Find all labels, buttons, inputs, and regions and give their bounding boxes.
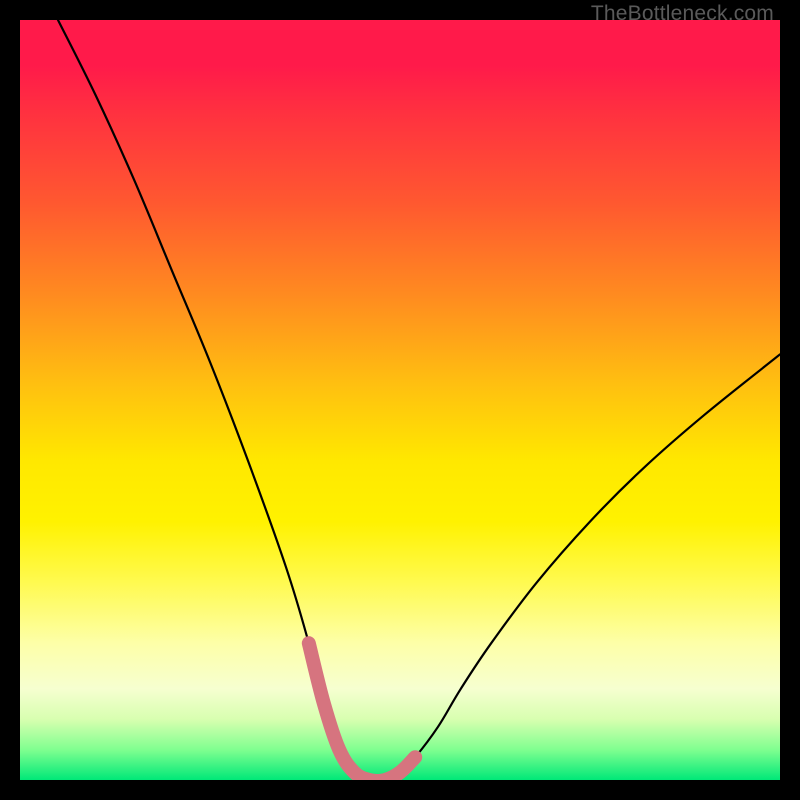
bottleneck-curve-path — [58, 20, 780, 780]
chart-svg — [20, 20, 780, 780]
optimal-zone-path — [309, 643, 415, 780]
plot-area — [20, 20, 780, 780]
chart-frame: TheBottleneck.com — [0, 0, 800, 800]
